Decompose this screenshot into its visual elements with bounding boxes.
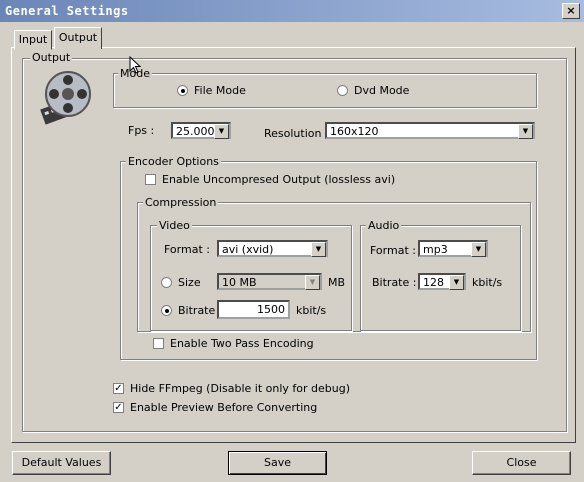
default-values-button[interactable]: Default Values <box>12 451 111 475</box>
chevron-down-icon: ▼ <box>449 275 464 290</box>
uncompressed-label: Enable Uncompresed Output (lossless avi) <box>162 173 396 186</box>
video-bitrate-unit: kbit/s <box>296 304 327 317</box>
two-pass-label: Enable Two Pass Encoding <box>170 337 314 350</box>
hide-ffmpeg-label: Hide FFmpeg (Disable it only for debug) <box>130 382 350 395</box>
resolution-value: 160x120 <box>330 125 379 138</box>
mouse-cursor-icon <box>129 56 141 74</box>
audio-bitrate-unit: kbit/s <box>472 276 503 289</box>
tab-input[interactable]: Input <box>14 30 52 50</box>
bitrate-label: Bitrate <box>178 304 216 317</box>
chevron-down-icon: ▼ <box>311 242 326 257</box>
file-mode-radio[interactable] <box>177 85 188 96</box>
hide-ffmpeg-checkbox[interactable]: ✓ <box>113 383 124 394</box>
fps-select[interactable]: 25.000 ▼ <box>171 122 231 139</box>
tab-output[interactable]: Output <box>54 27 102 49</box>
size-select[interactable]: 10 MB ▼ <box>217 273 322 290</box>
dvd-mode-radio[interactable] <box>337 85 348 96</box>
audio-bitrate-label: Bitrate : <box>372 276 417 289</box>
size-value: 10 MB <box>222 276 257 289</box>
video-group-title: Video <box>157 219 192 232</box>
video-format-value: avi (xvid) <box>222 243 274 256</box>
video-bitrate-input[interactable]: 1500 <box>217 300 290 319</box>
output-group-title: Output <box>30 51 73 64</box>
audio-format-value: mp3 <box>423 243 448 256</box>
fps-value: 25.000 <box>176 125 215 138</box>
size-radio[interactable] <box>161 277 172 288</box>
two-pass-checkbox[interactable] <box>153 338 164 349</box>
resolution-label: Resolution : <box>264 127 329 140</box>
preview-label: Enable Preview Before Converting <box>130 401 318 414</box>
film-reel-icon <box>40 71 91 125</box>
chevron-down-icon: ▼ <box>305 275 320 290</box>
fps-label: Fps : <box>128 124 155 137</box>
file-mode-label: File Mode <box>194 84 246 97</box>
size-label: Size <box>178 276 201 289</box>
audio-format-label: Format : <box>370 244 416 257</box>
encoder-options-title: Encoder Options <box>126 155 221 168</box>
audio-bitrate-value: 128 <box>423 276 444 289</box>
size-unit: MB <box>328 276 346 289</box>
close-window-button[interactable]: × <box>562 3 580 19</box>
uncompressed-checkbox[interactable] <box>145 174 156 185</box>
bitrate-radio[interactable] <box>161 305 172 316</box>
audio-group-title: Audio <box>366 219 402 232</box>
save-button[interactable]: Save <box>228 451 327 475</box>
audio-format-select[interactable]: mp3 ▼ <box>418 240 488 257</box>
chevron-down-icon: ▼ <box>518 124 533 139</box>
chevron-down-icon: ▼ <box>471 242 486 257</box>
preview-checkbox[interactable]: ✓ <box>113 402 124 413</box>
chevron-down-icon: ▼ <box>214 124 229 139</box>
window-title: General Settings <box>5 4 129 18</box>
dvd-mode-label: Dvd Mode <box>354 84 410 97</box>
video-format-label: Format : <box>164 243 210 256</box>
video-format-select[interactable]: avi (xvid) ▼ <box>217 240 328 257</box>
compression-title: Compression <box>143 196 219 209</box>
audio-bitrate-select[interactable]: 128 ▼ <box>418 273 466 290</box>
close-button[interactable]: Close <box>472 451 571 475</box>
resolution-select[interactable]: 160x120 ▼ <box>325 122 535 139</box>
